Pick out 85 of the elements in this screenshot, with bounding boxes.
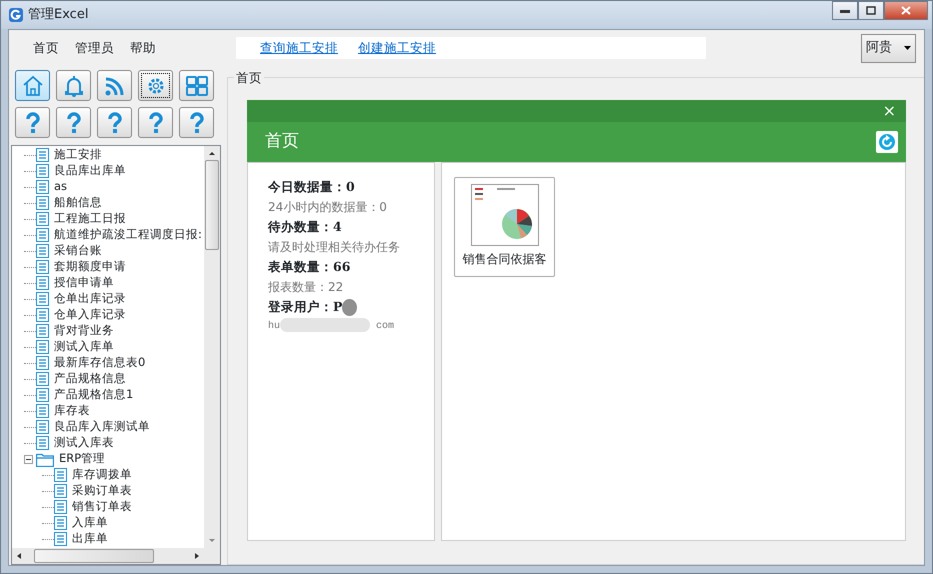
tree-item[interactable]: 施工安排 [12,147,204,163]
document-icon [36,164,49,178]
tree-item[interactable]: 授信申请单 [12,275,204,291]
tree-item[interactable]: 航道维护疏浚工程调度日报: [12,227,204,243]
document-icon [36,196,49,210]
report-tile[interactable]: 销售合同依据客 [454,177,555,277]
tree-item[interactable]: 产品规格信息1 [12,387,204,403]
document-icon [36,404,49,418]
document-icon [36,228,49,242]
document-icon [36,356,49,370]
document-icon [54,532,67,546]
tree-item[interactable]: 船舶信息 [12,195,204,211]
close-icon [901,6,911,15]
refresh-icon[interactable] [876,131,898,153]
document-icon [36,180,49,194]
menu-item[interactable]: 首页 [25,38,67,58]
tree-item[interactable]: 测试入库表 [12,435,204,451]
tree-item[interactable]: 仓单出库记录 [12,291,204,307]
scroll-thumb[interactable] [205,160,219,250]
document-icon [36,372,49,386]
document-icon [54,516,67,530]
document-icon [36,340,49,354]
document-icon [36,308,49,322]
document-icon [36,420,49,434]
tree-item[interactable]: 测试入库单 [12,339,204,355]
close-button[interactable] [884,1,928,20]
document-icon [36,148,49,162]
tree-item[interactable]: ERP管理 [12,451,204,467]
vertical-scrollbar[interactable] [204,146,220,548]
tree-item[interactable]: 入库单 [12,515,204,531]
expand-toggle[interactable] [24,454,36,464]
tree-item[interactable]: 采销台账 [12,243,204,259]
email-text: com [375,321,394,332]
document-icon [36,388,49,402]
close-button[interactable]: × [882,99,896,123]
stat-heading: 登录用户：P [268,297,434,317]
stat-note: 请及时处理相关待办任务 [268,239,401,256]
stat-heading: 表单数量：66 [268,258,352,276]
tree-item[interactable]: 工程施工日报 [12,211,204,227]
stat-heading: 待办数量：4 [268,218,343,236]
tree-item[interactable]: 套期额度申请 [12,259,204,275]
stat-note: 报表数量：22 [268,279,344,296]
link[interactable]: 查询施工安排 [260,38,338,58]
tree-item[interactable]: as [12,179,204,195]
menu-item[interactable]: 管理员 [67,38,122,58]
minimize-icon [840,8,850,12]
tree-item[interactable]: 库存表 [12,403,204,419]
document-icon [36,324,49,338]
tree-item[interactable]: 良品库出库单 [12,163,204,179]
document-icon [36,212,49,226]
link[interactable]: 创建施工安排 [358,38,436,58]
document-icon [54,500,67,514]
maximize-button[interactable] [858,1,884,20]
toolbar-button[interactable] [138,70,173,101]
minimize-button[interactable] [832,1,858,20]
document-icon [36,260,49,274]
scroll-thumb[interactable] [34,549,154,563]
redaction-mark [342,299,358,316]
panel-title: 首页 [265,130,299,154]
document-icon [36,244,49,258]
app-logo-icon [9,8,23,22]
tree-item[interactable]: 背对背业务 [12,323,204,339]
maximize-icon [866,6,876,15]
menu-item[interactable]: 帮助 [122,38,164,58]
tree-item[interactable]: 出库单 [12,531,204,547]
caret-icon [904,46,911,50]
tree-item[interactable]: 采购订单表 [12,483,204,499]
tree-item[interactable]: 产品规格信息 [12,371,204,387]
folder-icon [36,452,54,466]
tree-item[interactable]: 良品库入库测试单 [12,419,204,435]
tree-item[interactable]: 最新库存信息表0 [12,355,204,371]
stat-heading: 今日数据量：0 [268,178,356,196]
document-icon [54,484,67,498]
tree-item[interactable]: 销售订单表 [12,499,204,515]
stat-note: 24小时内的数据量：0 [268,199,388,216]
horizontal-scrollbar[interactable] [12,548,220,564]
email-text: hu [268,321,280,332]
document-icon [54,468,67,482]
tree-item[interactable]: 仓单入库记录 [12,307,204,323]
window-title: 管理Excel [28,6,88,24]
document-icon [36,292,49,306]
document-icon [36,276,49,290]
tree-item[interactable]: 库存调拨单 [12,467,204,483]
user-dropdown[interactable]: 阿贵 [861,34,916,62]
document-icon [36,436,49,450]
